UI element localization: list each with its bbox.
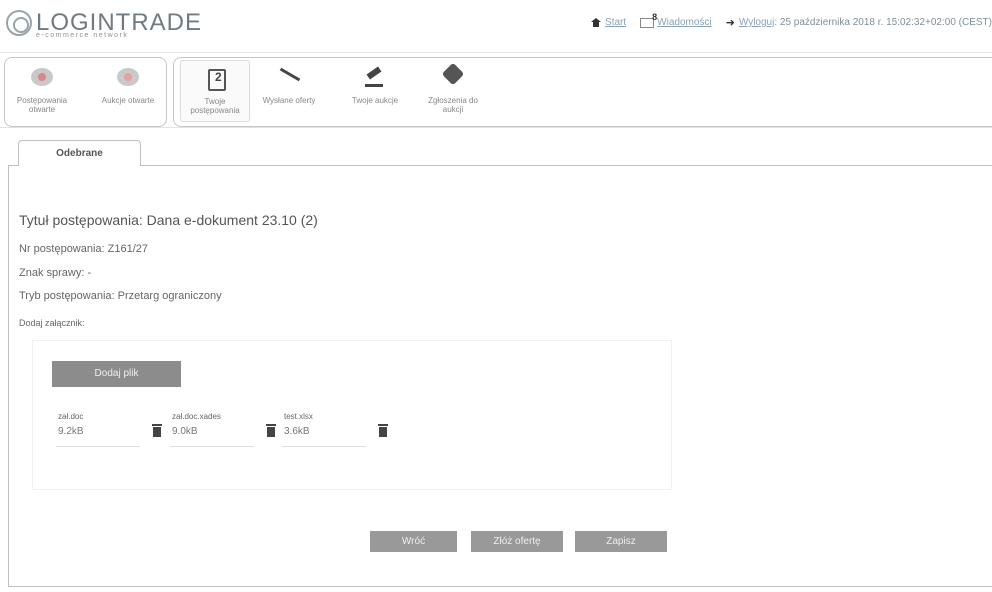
trash-icon[interactable] [266,424,276,437]
document-icon [201,65,229,91]
toolbar-item-your-procedures[interactable]: Twoje postępowania [180,60,250,122]
file-name: zał.doc.xades [172,412,221,421]
home-icon [591,18,602,27]
top-navigation: Start 8 Wiadomości ➜ Wyloguj : 25 paździ… [591,12,992,29]
toolbar-item-label: Wysłane oferty [262,96,316,105]
toolbar-item-label: Twoje aukcje [351,96,399,105]
save-button[interactable]: Zapisz [575,531,667,552]
messages-link[interactable]: Wiadomości [657,17,711,28]
submit-offer-button[interactable]: Złóż ofertę [471,531,563,552]
file-size: 9.0kB [172,426,198,437]
toolbar-item-your-auctions[interactable]: Twoje aukcje [340,64,410,105]
case-reference: Znak sprawy: - [19,267,92,279]
start-link[interactable]: Start [605,17,626,28]
trash-icon[interactable] [378,424,388,437]
toolbar-item-label: Twoje postępowania [190,97,240,115]
file-size: 3.6kB [284,426,310,437]
logout-icon: ➜ [725,17,735,29]
attached-file: zał.doc 9.2kB [56,412,164,448]
toolbar-item-sent-offers[interactable]: Wysłane oferty [254,64,324,105]
toolbar: Postępowania otwarte Aukcje otwarte Twoj… [0,52,992,128]
attached-file: zał.doc.xades 9.0kB [170,412,278,448]
trash-icon[interactable] [152,424,162,437]
back-button[interactable]: Wróć [370,531,457,552]
add-file-button[interactable]: Dodaj plik [52,361,181,387]
logo-subtitle: e-commerce network [36,32,129,39]
messages-icon: 8 [640,12,657,28]
toolbar-item-open-auctions[interactable]: Aukcje otwarte [93,64,163,105]
toolbar-group-open: Postępowania otwarte Aukcje otwarte [4,57,167,127]
toolbar-item-open-procedures[interactable]: Postępowania otwarte [7,64,77,114]
tab-received[interactable]: Odebrane [18,140,141,166]
procedure-mode: Tryb postępowania: Przetarg ograniczony [19,290,222,302]
toolbar-item-auction-requests[interactable]: Zgłoszenia do aukcji [418,64,488,114]
logo-text: LOGINTRADE [36,9,203,36]
logo[interactable]: LOGINTRADE e-commerce network [6,9,203,39]
attach-label: Dodaj załącznik: [19,318,85,328]
current-date: 25 października 2018 r. 15:02:32+02:00 (… [779,17,992,28]
file-size: 9.2kB [58,426,84,437]
toolbar-item-label: Postępowania otwarte [16,96,68,114]
procedure-number: Nr postępowania: Z161/27 [19,243,149,255]
logo-icon [6,10,32,36]
toolbar-item-label: Zgłoszenia do aukcji [428,96,478,114]
attached-file: test.xlsx 3.6kB [282,412,390,448]
page-title: Tytuł postępowania: Dana e-dokument 23.1… [19,212,318,228]
file-name: zał.doc [58,412,84,421]
chat-bubble-icon [114,64,142,90]
logout-link[interactable]: Wyloguj [739,17,774,28]
gavel-icon [361,64,389,90]
toolbar-group-user: Twoje postępowania Wysłane oferty Twoje … [173,57,992,127]
tag-icon [439,64,467,90]
header: LOGINTRADE e-commerce network Start 8 Wi… [0,0,992,46]
chat-bubble-icon [28,64,56,90]
messages-count-badge: 8 [652,11,658,22]
file-name: test.xlsx [284,412,313,421]
pen-icon [275,64,303,90]
toolbar-item-label: Aukcje otwarte [101,96,155,105]
